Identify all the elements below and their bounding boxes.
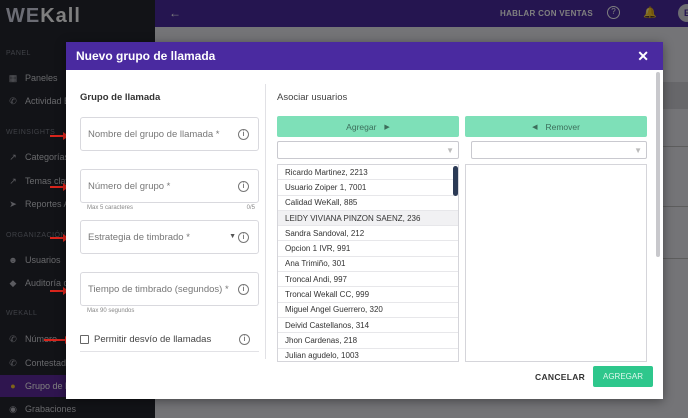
list-item[interactable]: Julian agudelo, 1003 <box>278 349 458 361</box>
group-name-input[interactable]: Nombre del grupo de llamada * i <box>80 117 259 151</box>
list-scrollbar[interactable] <box>453 166 458 196</box>
ring-strategy-select[interactable]: Estrategia de timbrado * ▼ i <box>80 220 259 254</box>
info-icon[interactable]: i <box>238 232 249 243</box>
cancel-button[interactable]: CANCELAR <box>535 372 585 382</box>
available-users-filter[interactable]: ▼ <box>277 141 459 159</box>
group-number-counter: 0/5 <box>246 205 255 211</box>
group-name-label: Nombre del grupo de llamada * <box>88 129 220 140</box>
add-users-label: Agregar <box>346 121 377 132</box>
allow-forward-label[interactable]: Permitir desvío de llamadas <box>94 334 211 345</box>
associate-users-panel: Asociar usuarios Agregar ▶ ◀ Remover ▼ ▼… <box>277 92 657 362</box>
remove-users-button[interactable]: ◀ Remover <box>465 116 647 137</box>
list-item[interactable]: Miguel Angel Guerrero, 320 <box>278 303 458 318</box>
info-icon[interactable]: i <box>238 181 249 192</box>
caret-down-icon: ▼ <box>229 233 236 240</box>
annotation-arrow <box>50 183 69 191</box>
selected-users-list[interactable] <box>465 164 647 362</box>
ring-time-label: Tiempo de timbrado (segundos) * <box>88 284 229 295</box>
list-item[interactable]: Opcion 1 IVR, 991 <box>278 241 458 257</box>
ring-time-hint: Max 90 segundos <box>87 308 135 314</box>
list-item[interactable]: LEIDY VIVIANA PINZON SAENZ, 236 <box>278 210 458 227</box>
group-number-label: Número del grupo * <box>88 181 171 192</box>
arrow-left-icon: ◀ <box>532 123 538 131</box>
modal-title: Nuevo grupo de llamada <box>76 49 216 63</box>
call-group-form: Grupo de llamada Nombre del grupo de lla… <box>80 92 260 352</box>
filter-icon: ▼ <box>446 146 454 155</box>
annotation-arrow <box>44 336 71 344</box>
filter-icon: ▼ <box>634 146 642 155</box>
list-item[interactable]: Troncal Andi, 997 <box>278 272 458 288</box>
selected-users-filter[interactable]: ▼ <box>471 141 647 159</box>
remove-users-label: Remover <box>545 121 580 132</box>
list-item[interactable]: Ricardo Martinez, 2213 <box>278 165 458 181</box>
list-item[interactable]: Calidad WeKall, 885 <box>278 196 458 211</box>
allow-forward-row: Permitir desvío de llamadas i <box>80 328 259 352</box>
annotation-arrow <box>50 234 69 242</box>
ring-time-input[interactable]: Tiempo de timbrado (segundos) * i <box>80 272 259 306</box>
arrow-right-icon: ▶ <box>384 123 390 131</box>
annotation-arrow <box>50 132 69 140</box>
add-users-button[interactable]: Agregar ▶ <box>277 116 459 137</box>
new-call-group-modal: Nuevo grupo de llamada ✕ Grupo de llamad… <box>66 42 663 399</box>
group-number-input[interactable]: Número del grupo * i <box>80 169 259 203</box>
list-item[interactable]: Deivid Castellanos, 314 <box>278 318 458 334</box>
modal-header: Nuevo grupo de llamada ✕ <box>66 42 663 70</box>
associate-users-title: Asociar usuarios <box>277 92 348 103</box>
info-icon[interactable]: i <box>239 334 250 345</box>
close-icon[interactable]: ✕ <box>637 48 649 65</box>
available-users-list[interactable]: Ricardo Martinez, 2213 Usuario Zoiper 1,… <box>277 164 459 362</box>
annotation-arrow <box>50 287 69 295</box>
info-icon[interactable]: i <box>238 284 249 295</box>
ring-strategy-label: Estrategia de timbrado * <box>88 232 190 243</box>
group-number-hint: Max 5 caracteres <box>87 205 134 211</box>
list-item[interactable]: Sandra Sandoval, 212 <box>278 226 458 242</box>
call-group-section-title: Grupo de llamada <box>80 92 161 103</box>
add-group-button[interactable]: AGREGAR <box>593 366 653 387</box>
list-item[interactable]: Ana Trimiño, 301 <box>278 257 458 273</box>
app-root: WE Kall PANEL ▦ Paneles ✆ Actividad E WE… <box>0 0 688 418</box>
info-icon[interactable]: i <box>238 129 249 140</box>
allow-forward-checkbox[interactable] <box>80 335 89 344</box>
list-item[interactable]: Troncal Wekall CC, 999 <box>278 287 458 303</box>
column-divider <box>265 84 266 359</box>
list-item[interactable]: Usuario Zoiper 1, 7001 <box>278 180 458 196</box>
list-item[interactable]: Jhon Cardenas, 218 <box>278 333 458 349</box>
